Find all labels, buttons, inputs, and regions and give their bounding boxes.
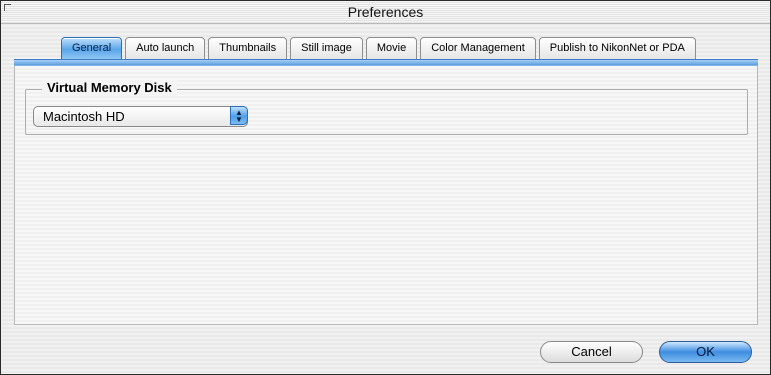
tab-color-management[interactable]: Color Management [420,37,536,59]
window-title: Preferences [347,4,424,20]
tab-movie[interactable]: Movie [365,37,418,59]
cancel-button[interactable]: Cancel [540,341,643,363]
tab-bar: General Auto launch Thumbnails Still ima… [61,37,696,60]
window-corner-icon [4,4,11,11]
tab-panel-divider [14,59,758,66]
tab-thumbnails[interactable]: Thumbnails [208,37,288,59]
title-bar[interactable]: Preferences [1,1,770,24]
group-title: Virtual Memory Disk [42,80,177,96]
tab-publish[interactable]: Publish to NikonNet or PDA [538,37,696,59]
tab-general[interactable]: General [61,37,123,59]
tab-still-image[interactable]: Still image [290,37,363,59]
ok-button[interactable]: OK [659,341,752,363]
up-down-arrows-icon[interactable]: ▲ ▼ [230,106,248,125]
select-value: Macintosh HD [43,109,125,124]
virtual-memory-disk-select[interactable]: Macintosh HD ▲ ▼ [33,106,248,127]
tab-auto-launch[interactable]: Auto launch [125,37,206,59]
